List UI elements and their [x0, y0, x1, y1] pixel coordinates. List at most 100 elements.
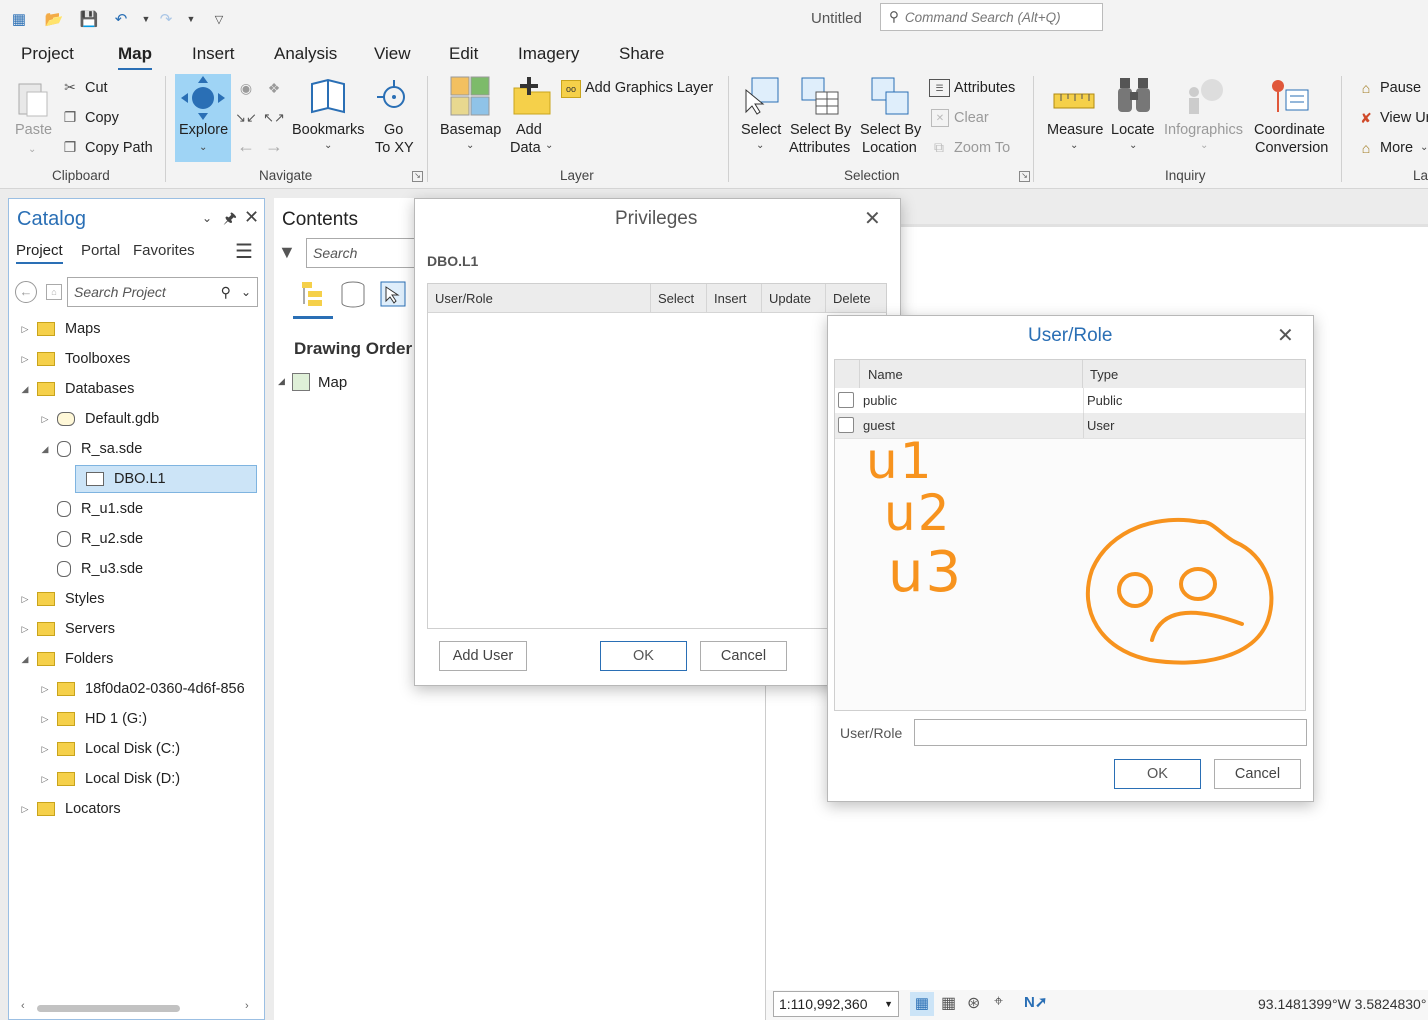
infographics-button[interactable]: Infographics [1164, 122, 1243, 138]
search-icon[interactable]: ⚲ [221, 284, 231, 301]
contents-search-input[interactable]: Search [306, 238, 426, 268]
tree-item[interactable]: ◢ R_sa.sde [39, 435, 142, 463]
menu-icon[interactable]: ☰ [235, 239, 253, 264]
tree-item[interactable]: R_u3.sde [39, 555, 143, 583]
coordinate-conversion-line1[interactable]: Coordinate [1254, 122, 1325, 138]
tab-share[interactable]: Share [619, 44, 664, 64]
tree-item[interactable]: ▷ Default.gdb [39, 405, 160, 433]
coordinate-conversion-line2[interactable]: Conversion [1255, 140, 1328, 156]
close-pane-icon[interactable]: ✕ [244, 207, 259, 228]
grid-extent-icon[interactable]: ▦ [910, 992, 934, 1016]
privileges-ok-button[interactable]: OK [600, 641, 687, 671]
col-name[interactable]: Name [860, 360, 1083, 388]
tab-view[interactable]: View [374, 44, 411, 64]
data-label[interactable]: Data [510, 140, 541, 156]
user-role-close-icon[interactable]: ✕ [1277, 323, 1294, 348]
collapse-icon[interactable]: ◢ [19, 384, 31, 395]
home-icon[interactable]: ⌂ [46, 284, 62, 300]
zoom-to-button[interactable]: Zoom To [954, 140, 1010, 156]
select-by-attributes-line2[interactable]: Attributes [789, 140, 850, 156]
scrollbar-thumb[interactable] [37, 1005, 180, 1012]
user-role-cancel-button[interactable]: Cancel [1214, 759, 1301, 789]
add-user-button[interactable]: Add User [439, 641, 527, 671]
catalog-tab-portal[interactable]: Portal [81, 242, 120, 259]
list-by-drawing-order-icon[interactable] [300, 280, 326, 308]
scale-dropdown-icon[interactable]: ▼ [884, 999, 893, 1009]
tree-item[interactable]: ▷ Locators [19, 795, 121, 823]
catalog-tab-project[interactable]: Project [16, 242, 63, 264]
full-extent-icon[interactable]: ◉ [236, 78, 256, 98]
bookmarks-button[interactable]: Bookmarks [292, 122, 365, 138]
map-expand-icon[interactable]: ◢ [278, 376, 285, 387]
save-icon[interactable]: 💾 [78, 8, 100, 30]
crosshair-icon[interactable]: ⌖ [994, 993, 1003, 1011]
expand-icon[interactable]: ▷ [19, 324, 31, 335]
scroll-left-icon[interactable]: ‹ [21, 1000, 25, 1012]
redo-dropdown-icon[interactable]: ▼ [180, 8, 202, 30]
select-dropdown-icon[interactable]: ⌄ [756, 140, 764, 151]
bookmarks-dropdown-icon[interactable]: ⌄ [324, 140, 332, 151]
cut-button[interactable]: Cut [85, 80, 108, 96]
snapping-icon[interactable]: ⊛ [967, 993, 980, 1013]
locate-button[interactable]: Locate [1111, 122, 1155, 138]
tree-item[interactable]: ▷ Local Disk (D:) [39, 765, 181, 793]
explore-dropdown-icon[interactable]: ⌄ [199, 142, 207, 153]
undo-icon[interactable]: ↶ [110, 8, 132, 30]
expand-icon[interactable]: ▷ [39, 714, 51, 725]
expand-icon[interactable]: ▷ [39, 774, 51, 785]
col-user-role[interactable]: User/Role [428, 284, 651, 312]
basemap-button[interactable]: Basemap [440, 122, 501, 138]
tree-item[interactable]: R_u2.sde [39, 525, 143, 553]
table-row[interactable]: public Public [835, 388, 1305, 414]
expand-icon[interactable]: ▷ [19, 624, 31, 635]
back-icon[interactable]: ← [15, 281, 37, 303]
row-checkbox-public[interactable] [838, 392, 854, 408]
new-project-icon[interactable]: ▦ [8, 8, 30, 30]
add-graphics-layer-button[interactable]: Add Graphics Layer [585, 80, 713, 96]
tab-project[interactable]: Project [21, 44, 74, 64]
select-by-location-line2[interactable]: Location [862, 140, 917, 156]
zoom-out-fixed-icon[interactable]: ↖↗ [263, 108, 285, 128]
previous-extent-icon[interactable]: ← [236, 136, 256, 156]
redo-icon[interactable]: ↷ [155, 8, 177, 30]
zoom-in-fixed-icon[interactable]: ↘↙ [235, 108, 257, 128]
user-role-input[interactable] [914, 719, 1307, 746]
scroll-right-icon[interactable]: › [245, 1000, 249, 1012]
tab-analysis[interactable]: Analysis [274, 44, 337, 64]
paste-label[interactable]: Paste [15, 122, 52, 138]
list-by-source-icon[interactable] [340, 281, 366, 309]
explore-button[interactable]: Explore ⌄ [175, 74, 231, 162]
measure-button[interactable]: Measure [1047, 122, 1103, 138]
col-update[interactable]: Update [762, 284, 826, 312]
search-dropdown-icon[interactable]: ⌄ [241, 285, 251, 299]
tab-imagery[interactable]: Imagery [518, 44, 579, 64]
copy-button[interactable]: Copy [85, 110, 119, 126]
add-data-dropdown-icon[interactable]: ⌄ [545, 140, 553, 151]
paste-icon[interactable] [14, 78, 50, 118]
north-arrow-icon[interactable]: N➚ [1024, 993, 1047, 1011]
privileges-cancel-button[interactable]: Cancel [700, 641, 787, 671]
col-delete[interactable]: Delete [826, 284, 886, 312]
collapse-icon[interactable]: ◢ [19, 654, 31, 665]
tree-item[interactable]: ▷ HD 1 (G:) [39, 705, 148, 733]
view-unplaced-button[interactable]: View Ur [1380, 110, 1428, 126]
fixed-zoom-icon[interactable]: ❖ [264, 78, 284, 98]
tree-item[interactable]: ▷ Local Disk (C:) [39, 735, 181, 763]
horizontal-scrollbar[interactable]: ‹ › [17, 1000, 257, 1015]
tree-item[interactable]: ◢ Databases [19, 375, 135, 403]
catalog-search-input[interactable]: Search Project ⚲ ⌄ [67, 277, 258, 307]
tab-edit[interactable]: Edit [449, 44, 478, 64]
row-checkbox-guest[interactable] [838, 417, 854, 433]
tab-map[interactable]: Map [118, 44, 152, 71]
tab-insert[interactable]: Insert [192, 44, 235, 64]
go-to-label[interactable]: Go [384, 122, 403, 138]
infographics-dropdown-icon[interactable]: ⌄ [1200, 140, 1208, 151]
locate-dropdown-icon[interactable]: ⌄ [1129, 140, 1137, 151]
clear-button[interactable]: Clear [954, 110, 989, 126]
pause-button[interactable]: Pause [1380, 80, 1421, 96]
catalog-tab-favorites[interactable]: Favorites [133, 242, 195, 259]
user-role-ok-button[interactable]: OK [1114, 759, 1201, 789]
collapse-icon[interactable]: ◢ [39, 444, 51, 455]
next-extent-icon[interactable]: → [264, 136, 284, 156]
privileges-close-icon[interactable]: ✕ [864, 206, 881, 231]
